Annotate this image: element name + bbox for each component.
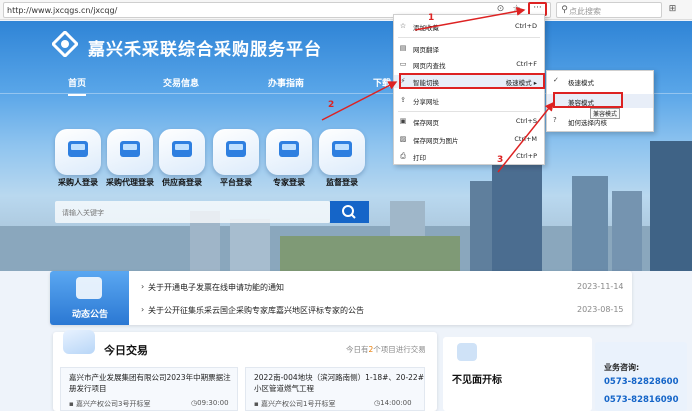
trade-card[interactable]: 嘉兴市产业发展集团有限公司2023年中期票据注册发行项目 ▪ 嘉兴产权公司3号开…: [60, 367, 238, 411]
bullet-icon: ›: [141, 305, 145, 314]
contact-phone: 0573-82828600: [604, 377, 679, 387]
contact-label: 业务咨询:: [604, 363, 640, 372]
announcement-badge-label: 动态公告: [72, 310, 109, 320]
trade-card-time: ◷14:00:00: [374, 399, 412, 407]
announcement-panel: [50, 271, 632, 325]
annotation-1: 1: [428, 13, 435, 23]
announcement-item[interactable]: 关于开通电子发票在线申请功能的通知: [148, 282, 284, 293]
contact-phone: 0573-82816090: [604, 395, 679, 405]
today-trade-title: 今日交易: [104, 344, 148, 357]
megaphone-icon: [76, 277, 102, 299]
trade-card[interactable]: 2022南-004地块（滨河路南侧）1-18#、20-22#小区管道燃气工程 ▪…: [245, 367, 425, 411]
trade-card-room: ▪ 嘉兴产权公司1号开标室: [254, 400, 336, 408]
trade-card-title: 2022南-004地块（滨河路南侧）1-18#、20-22#小区管道燃气工程: [254, 373, 424, 393]
announcement-date: 2023-08-15: [577, 305, 624, 314]
announcement-item[interactable]: 关于公开征集乐采云国企采购专家库嘉兴地区评标专家的公告: [148, 305, 364, 316]
trade-icon: [63, 330, 95, 354]
trade-card-time: ◷09:30:00: [191, 399, 229, 407]
bullet-icon: ›: [141, 282, 145, 291]
announcement-date: 2023-11-14: [577, 282, 624, 291]
trade-card-room: ▪ 嘉兴产权公司3号开标室: [69, 400, 151, 408]
remote-bid-icon: [457, 343, 477, 361]
trade-card-title: 嘉兴市产业发展集团有限公司2023年中期票据注册发行项目: [69, 373, 231, 393]
annotation-3: 3: [497, 155, 504, 165]
remote-bid-title: 不见面开标: [452, 375, 502, 386]
annotation-2: 2: [328, 100, 335, 110]
today-trade-subtitle: 今日有2个项目进行交易: [346, 345, 426, 354]
